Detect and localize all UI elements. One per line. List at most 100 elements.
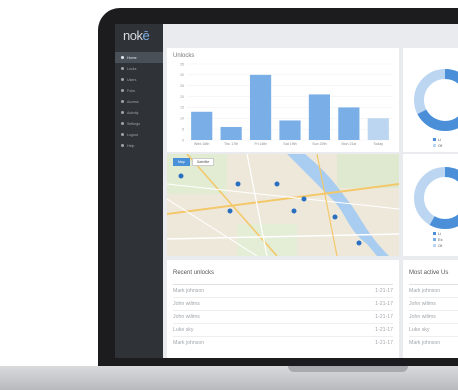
sidebar-item-logout[interactable]: Logout	[115, 129, 163, 140]
donut2-legend: Li Ex Of	[433, 230, 443, 248]
list-item[interactable]: Mark johnson	[409, 336, 458, 349]
sidebar-item-activity[interactable]: Activity	[115, 107, 163, 118]
bar-sun-20th	[308, 94, 331, 140]
recent-unlocks-panel: Recent unlocks Mark johnson 1-21-17 John …	[167, 260, 399, 358]
list-item[interactable]: John wilims	[409, 310, 458, 323]
map-pins	[178, 173, 362, 246]
sidebar-item-label: Activity	[127, 110, 139, 115]
legend-swatch	[433, 143, 436, 147]
list-item[interactable]: Mark johnson	[409, 284, 458, 297]
unlocks-panel: Unlocks 0 5 10 15 20 25 30 35 Wed 16th Thu 17th Fr…	[167, 48, 399, 152]
sidebar-item-access[interactable]: Access	[115, 96, 163, 107]
legend-swatch	[433, 231, 436, 235]
gear-icon	[121, 122, 124, 125]
legend-swatch	[433, 243, 436, 247]
sidebar-item-help[interactable]: Help	[115, 140, 163, 151]
y-tick-label: 5	[182, 127, 184, 131]
unlock-date: 1-21-17	[375, 288, 393, 294]
table-row[interactable]: Mark johnson 1-21-17	[173, 284, 393, 297]
unlock-date: 1-21-17	[375, 327, 393, 333]
lock-icon	[121, 67, 124, 70]
user-name: Mark johnson	[173, 288, 205, 294]
doors-donut-panel: Do 4 Li Ex Of	[403, 154, 458, 256]
y-tick-label: 10	[180, 117, 184, 121]
unlock-date: 1-21-17	[375, 314, 393, 320]
sidebar-item-label: Locks	[127, 66, 137, 71]
user-name: Mark johnson	[409, 340, 441, 346]
map-panel[interactable]: Map Satellite	[166, 153, 400, 257]
map-pin-icon	[178, 173, 184, 179]
map-pin-icon	[291, 208, 297, 214]
locks-donut-panel: Lo 4 Li Of	[403, 48, 458, 152]
sidebar-item-label: Home	[127, 55, 137, 60]
list-item[interactable]: John wilims	[409, 297, 458, 310]
unlock-date: 1-21-17	[375, 340, 393, 346]
sidebar-item-label: Help	[127, 143, 135, 148]
sidebar: nokē Home Locks Users Fobs Access Activi…	[115, 24, 163, 358]
app-screen: nokē Home Locks Users Fobs Access Activi…	[115, 24, 458, 358]
table-row[interactable]: Luke sky 1-21-17	[173, 323, 393, 336]
y-tick-label: 0	[182, 138, 184, 142]
bar-today	[367, 118, 389, 140]
x-tick-label: Wed 16th	[194, 142, 209, 146]
logo-accent: ē	[142, 28, 150, 43]
user-name: Mark johnson	[173, 340, 205, 346]
table-row[interactable]: Mark johnson 1-21-17	[173, 336, 393, 349]
map-pin-icon	[274, 181, 280, 187]
doors-donut-chart	[414, 167, 458, 229]
map-pin-icon	[301, 196, 307, 202]
bar-wed-16th	[191, 111, 213, 140]
user-name: Mark johnson	[409, 288, 441, 294]
sidebar-item-label: Logout	[127, 132, 138, 137]
app-logo[interactable]: nokē	[123, 28, 150, 43]
recent-unlocks-title: Recent unlocks	[173, 270, 215, 276]
sidebar-item-home[interactable]: Home	[115, 52, 163, 63]
sidebar-nav: Home Locks Users Fobs Access Activity Se…	[115, 52, 163, 151]
list-item[interactable]: Luke sky	[409, 323, 458, 336]
legend-swatch	[433, 137, 436, 141]
locks-donut-chart	[414, 69, 458, 131]
donut1-value: 4	[435, 90, 443, 106]
y-tick-label: 15	[180, 106, 184, 110]
donut1-label: Lo	[435, 84, 440, 89]
laptop-notch	[288, 366, 408, 372]
sidebar-item-users[interactable]: Users	[115, 74, 163, 85]
most-active-panel: Most active Us Mark johnson John wilims …	[403, 260, 458, 358]
user-name: John wilims	[173, 314, 200, 320]
sidebar-item-fobs[interactable]: Fobs	[115, 85, 163, 96]
help-icon	[121, 144, 124, 147]
legend-swatch	[433, 237, 436, 241]
unlocks-chart: 0 5 10 15 20 25 30 35 Wed 16th Thu 17th Fri 18th Sa…	[180, 62, 393, 146]
x-tick-label: Today	[373, 142, 383, 146]
map-pin-icon	[227, 208, 233, 214]
home-icon	[121, 56, 124, 59]
bar-sat-19th	[279, 120, 301, 140]
x-tick-label: Sat 19th	[283, 142, 296, 146]
users-icon	[121, 78, 124, 81]
sidebar-item-label: Users	[127, 77, 137, 82]
sidebar-item-locks[interactable]: Locks	[115, 63, 163, 74]
table-row[interactable]: John wilims 1-21-17	[173, 297, 393, 310]
user-name: John wilims	[173, 301, 200, 307]
bar-thu-17th	[220, 126, 242, 140]
map-pin-icon	[332, 214, 338, 220]
donut1-legend: Li Of	[433, 136, 442, 148]
y-tick-label: 30	[180, 73, 184, 77]
user-name: John wilims	[409, 314, 436, 320]
bar-fri-18th	[249, 74, 272, 140]
activity-icon	[121, 111, 124, 114]
shield-icon	[121, 100, 124, 103]
sidebar-item-label: Access	[127, 99, 139, 104]
most-active-list: Mark johnson John wilims John wilims Luk…	[409, 284, 458, 349]
most-active-title: Most active Us	[409, 270, 449, 276]
sidebar-item-label: Fobs	[127, 88, 135, 93]
donut2-value: 4	[435, 188, 443, 204]
legend-label: Of	[438, 142, 443, 148]
sidebar-item-settings[interactable]: Settings	[115, 118, 163, 129]
table-row[interactable]: John wilims 1-21-17	[173, 310, 393, 323]
recent-unlocks-list: Mark johnson 1-21-17 John wilims 1-21-17 J…	[173, 284, 393, 349]
legend-label: Li	[438, 136, 442, 142]
map-pin-icon	[235, 181, 241, 187]
user-name: Luke sky	[409, 327, 430, 333]
y-tick-label: 25	[180, 84, 184, 88]
